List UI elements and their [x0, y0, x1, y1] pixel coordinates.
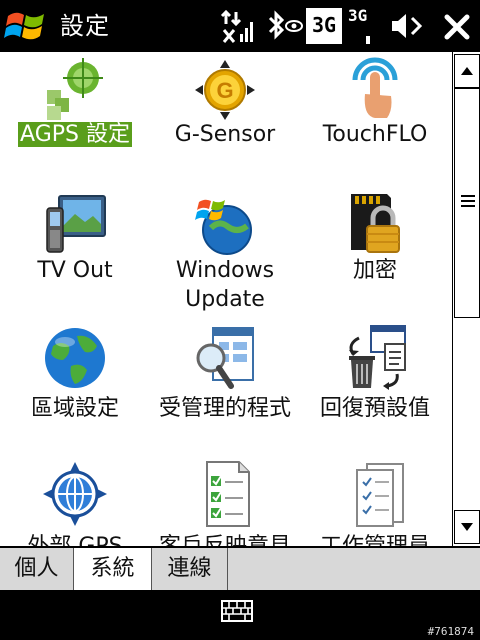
tile-g-sensor[interactable]: G G-Sensor — [150, 52, 300, 162]
page-title: 設定 — [60, 12, 110, 40]
watermark-text: #761874 — [427, 625, 474, 638]
tile-label: 客戶反映意見 — [150, 532, 300, 546]
tile-regional-settings[interactable]: 區域設定 — [0, 324, 150, 434]
managed-programs-icon — [196, 327, 254, 389]
tile-managed-programs[interactable]: 受管理的程式 — [150, 324, 300, 434]
keyboard-icon[interactable] — [221, 600, 253, 622]
agps-satellite-icon — [47, 58, 103, 120]
3g-signal-icon[interactable]: 3G — [348, 8, 378, 44]
encryption-lock-icon — [351, 194, 400, 253]
tile-encryption[interactable]: 加密 — [300, 190, 450, 300]
3g-indicator-icon[interactable]: 3G — [306, 8, 342, 44]
tab-connections[interactable]: 連線 — [152, 548, 228, 590]
tab-system[interactable]: 系統 — [74, 548, 152, 590]
triangle-up-icon — [461, 67, 473, 75]
grip-line — [461, 205, 475, 207]
soft-key-bar: #761874 — [0, 590, 480, 640]
settings-grid: AGPS 設定 G G-Sensor TouchFLO TV Out Windo… — [0, 52, 452, 546]
feedback-checklist-icon — [206, 461, 250, 527]
tile-label: AGPS 設定 — [18, 122, 132, 147]
vertical-scrollbar[interactable] — [452, 52, 480, 546]
tile-customer-feedback[interactable]: 客戶反映意見 — [150, 460, 300, 546]
tile-label: TV Out — [37, 258, 113, 283]
tv-out-icon — [46, 195, 106, 253]
tile-agps-settings[interactable]: AGPS 設定 — [0, 52, 150, 162]
g-sensor-icon: G — [195, 60, 255, 120]
tile-label: TouchFLO — [322, 122, 428, 147]
external-gps-icon — [43, 462, 107, 526]
tab-personal[interactable]: 個人 — [0, 548, 74, 590]
triangle-down-icon — [461, 523, 473, 531]
tile-label: 回復預設值 — [319, 396, 430, 421]
tile-label-line2: Update — [185, 287, 265, 312]
tile-touchflo[interactable]: TouchFLO — [300, 52, 450, 162]
tile-label: 工作管理員 — [300, 532, 450, 546]
scroll-thumb[interactable] — [454, 88, 480, 318]
scroll-up-button[interactable] — [454, 54, 480, 88]
touchflo-icon — [352, 57, 398, 118]
grip-line — [461, 195, 475, 197]
tile-label: G-Sensor — [174, 122, 276, 147]
start-menu-button[interactable] — [4, 6, 48, 46]
tile-task-manager[interactable]: 工作管理員 — [300, 460, 450, 546]
tile-external-gps[interactable]: 外部 GPS — [0, 460, 150, 546]
tile-label: Windows — [175, 258, 275, 283]
tile-tv-out[interactable]: TV Out — [0, 190, 150, 300]
windows-flag-icon — [4, 12, 44, 40]
reset-defaults-icon — [349, 325, 406, 390]
tile-windows-update[interactable]: Windows Update — [150, 190, 300, 330]
bluetooth-visible-icon[interactable] — [264, 8, 304, 44]
volume-muted-icon[interactable] — [388, 8, 424, 44]
svg-text:G: G — [216, 78, 233, 103]
windows-update-icon — [195, 199, 252, 255]
scroll-down-button[interactable] — [454, 510, 480, 544]
tile-label: 區域設定 — [30, 396, 119, 421]
close-icon[interactable] — [440, 8, 474, 44]
globe-icon — [45, 328, 105, 388]
category-tabs: 個人 系統 連線 — [0, 546, 480, 590]
task-manager-icon — [356, 463, 404, 527]
tile-label: 外部 GPS — [0, 532, 150, 546]
grip-line — [461, 200, 475, 202]
tile-reset-defaults[interactable]: 回復預設值 — [300, 324, 450, 434]
signal-off-icon[interactable] — [220, 8, 254, 44]
tile-label: 受管理的程式 — [158, 396, 291, 421]
title-bar: 設定 3G 3G — [0, 0, 480, 52]
tile-label: 加密 — [352, 258, 397, 283]
